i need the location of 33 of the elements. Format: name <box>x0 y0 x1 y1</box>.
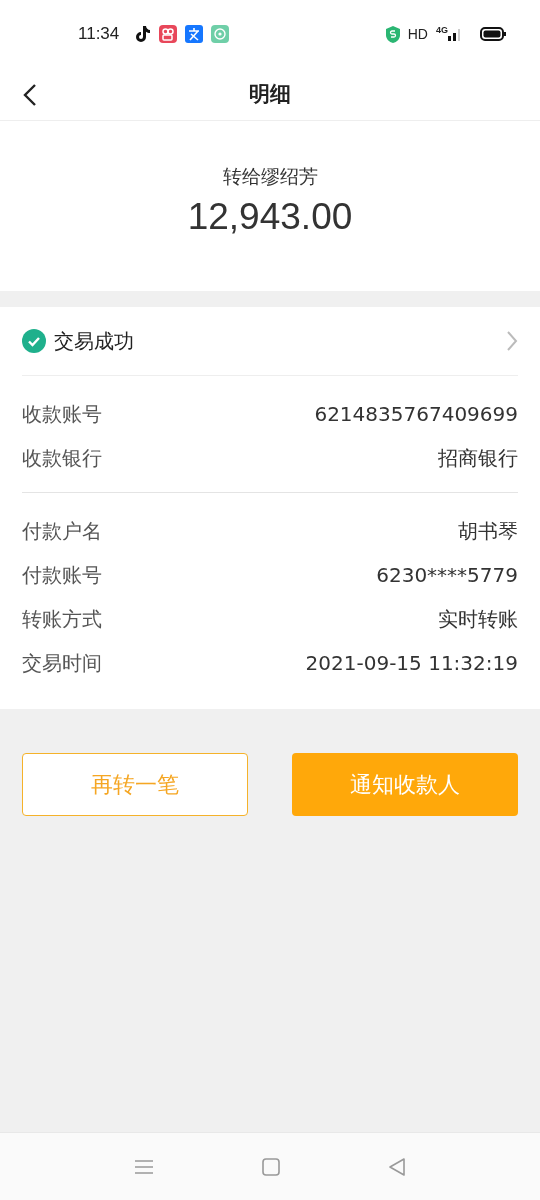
signal-label: 4G <box>436 25 448 35</box>
status-row[interactable]: 交易成功 <box>22 307 518 376</box>
signal-icon <box>448 27 462 41</box>
app-icon <box>185 25 204 43</box>
action-button[interactable]: 通知收款人 <box>292 753 518 816</box>
field-value: 6230****5779 <box>376 563 518 587</box>
music-note-icon <box>135 25 152 43</box>
field-value: 实时转账 <box>438 605 518 633</box>
status-label: 交易成功 <box>54 327 134 355</box>
field-value: 2021-09-15 11:32:19 <box>305 651 518 675</box>
status-time: 11:34 <box>78 24 120 44</box>
recipient-label: 转给缪绍芳 <box>222 164 318 189</box>
field-label: 付款户名 <box>22 517 102 545</box>
field-value: 胡书琴 <box>458 517 518 545</box>
home-icon[interactable] <box>262 1157 280 1176</box>
chevron-right-icon <box>506 330 518 352</box>
field-label: 收款账号 <box>22 400 102 428</box>
amount-value: 12,943.00 <box>187 196 353 238</box>
field-label: 付款账号 <box>22 561 102 589</box>
field-label: 收款银行 <box>22 444 102 472</box>
shield-icon <box>385 25 400 43</box>
field-value: 6214835767409699 <box>314 402 518 426</box>
back-icon[interactable] <box>388 1156 406 1177</box>
battery-icon <box>480 27 506 41</box>
page-title: 明细 <box>249 81 291 108</box>
field-label: 交易时间 <box>22 649 102 677</box>
app-icon <box>211 25 230 43</box>
field-label: 转账方式 <box>22 605 102 633</box>
action-button[interactable]: 再转一笔 <box>22 753 248 816</box>
camera-app-icon <box>159 25 178 43</box>
network-label: HD <box>407 26 428 42</box>
menu-icon[interactable] <box>134 1158 154 1175</box>
field-value: 招商银行 <box>438 444 518 472</box>
